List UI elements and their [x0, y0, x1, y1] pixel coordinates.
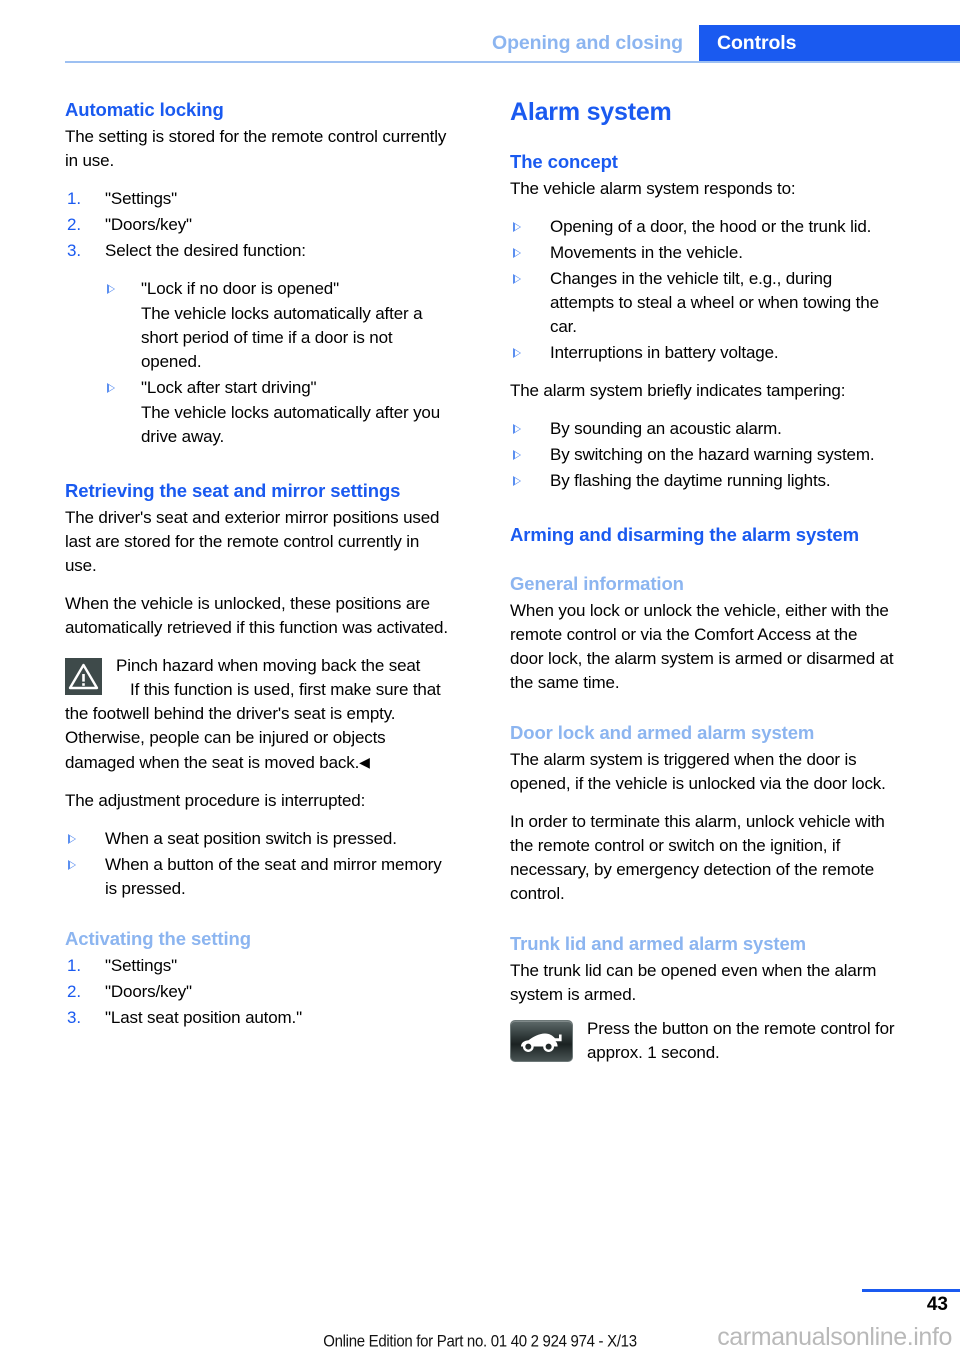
retrieving-paragraph-2: When the vehicle is unlocked, these posi… — [65, 594, 448, 638]
triangle-bullet-icon — [68, 834, 76, 845]
list-item: "Last seat position autom." — [67, 1006, 303, 1030]
list-item-text: Interruptions in battery voltage. — [550, 342, 779, 362]
option-label: "Lock if no door is opened" — [141, 279, 339, 299]
triangle-bullet-icon — [513, 221, 521, 232]
list-item-text: Movements in the vehicle. — [550, 242, 743, 262]
alarm-responds-list: Opening of a door, the hood or the trunk… — [510, 215, 895, 365]
left-column: Automatic locking The setting is stored … — [65, 98, 450, 1065]
list-item: When a button of the seat and mirror mem… — [65, 853, 450, 901]
list-item: Changes in the vehicle tilt, e.g., durin… — [510, 267, 895, 339]
automatic-locking-options: "Lock if no door is opened" The vehicle … — [105, 277, 450, 449]
triangle-bullet-icon — [107, 383, 115, 394]
list-item: "Doors/key" — [67, 213, 192, 237]
option-label: "Lock after start driving" — [141, 378, 317, 398]
watermark-text: carmanualsonline.info — [717, 1323, 952, 1351]
list-item: Select the desired function: — [67, 239, 306, 263]
right-column: Alarm system The concept The vehicle ala… — [510, 98, 895, 1065]
door-lock-paragraph-2: In order to terminate this alarm, unlock… — [510, 812, 885, 903]
activating-steps: "Settings" "Doors/key" "Last seat positi… — [65, 954, 450, 1030]
list-item-text: Opening of a door, the hood or the trunk… — [550, 216, 872, 236]
car-trunk-open-icon — [510, 1020, 573, 1063]
page-header: Opening and closing Controls — [0, 0, 960, 63]
triangle-bullet-icon — [513, 449, 521, 460]
list-item: By flashing the daytime running lights. — [510, 469, 895, 493]
concept-intro: The vehicle alarm system responds to: — [510, 178, 796, 198]
warning-end-mark: ◀ — [359, 754, 370, 771]
triangle-bullet-icon — [513, 273, 521, 284]
header-section-label: Controls — [699, 25, 960, 61]
list-item-text: By switching on the hazard warning syste… — [550, 444, 875, 464]
remote-instruction-text: Press the button on the remote control f… — [587, 1019, 895, 1063]
option-description: The vehicle locks automatically after a … — [141, 304, 423, 372]
list-item-text: Changes in the vehicle tilt, e.g., durin… — [550, 268, 879, 336]
interrupt-intro: The adjustment procedure is interrupted: — [65, 791, 366, 811]
option-description: The vehicle locks automatically after yo… — [141, 403, 441, 447]
page-number-rule — [862, 1289, 960, 1292]
heading-the-concept: The concept — [510, 150, 618, 172]
triangle-bullet-icon — [513, 423, 521, 434]
list-item: "Doors/key" — [67, 980, 192, 1004]
trunk-lid-paragraph-1: The trunk lid can be opened even when th… — [510, 961, 877, 1005]
triangle-bullet-icon — [513, 347, 521, 358]
heading-automatic-locking: Automatic locking — [65, 99, 224, 120]
list-item: Opening of a door, the hood or the trunk… — [510, 215, 895, 239]
triangle-bullet-icon — [107, 284, 115, 295]
triangle-bullet-icon — [513, 247, 521, 258]
header-breadcrumb: Opening and closing Controls — [480, 25, 960, 61]
page-number: 43 — [926, 1294, 948, 1315]
header-divider-rule — [65, 61, 960, 63]
list-item-text: By flashing the daytime running lights. — [550, 470, 831, 490]
list-item: By switching on the hazard warning syste… — [510, 443, 895, 467]
heading-alarm-system: Alarm system — [510, 98, 672, 126]
header-chapter-label: Opening and closing — [480, 25, 699, 61]
page-footer: 43 Online Edition for Part no. 01 40 2 9… — [0, 1272, 960, 1362]
list-item: "Lock if no door is opened" The vehicle … — [105, 277, 450, 374]
trunk-remote-instruction: Press the button on the remote control f… — [510, 1017, 895, 1065]
list-item-text: When a button of the seat and mirror mem… — [105, 855, 442, 899]
heading-arming-disarming: Arming and disarming the alarm system — [510, 523, 859, 545]
heading-general-information: General information — [510, 572, 684, 594]
list-item: Interruptions in battery voltage. — [510, 341, 895, 365]
general-information-text: When you lock or unlock the vehicle, eit… — [510, 600, 894, 692]
door-lock-paragraph-1: The alarm system is triggered when the d… — [510, 750, 886, 793]
automatic-locking-intro: The setting is stored for the remote con… — [65, 127, 447, 171]
list-item: By sounding an acoustic alarm. — [510, 417, 895, 441]
automatic-locking-steps: "Settings" "Doors/key" Select the desire… — [65, 187, 450, 263]
retrieving-paragraph-1: The driver's seat and exterior mirror po… — [65, 508, 440, 576]
warning-body: If this function is used, first make sur… — [65, 680, 441, 773]
heading-trunk-lid-armed: Trunk lid and armed alarm system — [510, 933, 806, 954]
heading-activating-the-setting: Activating the setting — [65, 928, 251, 950]
interrupt-items: When a seat position switch is pressed. … — [65, 827, 450, 901]
pinch-hazard-warning: Pinch hazard when moving back the seat I… — [65, 654, 450, 775]
warning-triangle-icon — [65, 658, 102, 696]
list-item: "Lock after start driving" The vehicle l… — [105, 376, 450, 449]
triangle-bullet-icon — [513, 475, 521, 486]
list-item-text: By sounding an acoustic alarm. — [550, 418, 782, 438]
triangle-bullet-icon — [68, 860, 76, 871]
list-item-text: When a seat position switch is pressed. — [105, 829, 397, 849]
heading-door-lock-armed: Door lock and armed alarm system — [510, 721, 815, 743]
page-content: Automatic locking The setting is stored … — [65, 98, 895, 1065]
heading-retrieving-seat-mirror: Retrieving the seat and mirror settings — [65, 480, 401, 502]
alarm-tampering-list: By sounding an acoustic alarm. By switch… — [510, 417, 895, 493]
list-item: "Settings" — [67, 187, 177, 211]
list-item: When a seat position switch is pressed. — [65, 827, 450, 851]
tampering-intro: The alarm system briefly indicates tampe… — [510, 380, 846, 400]
warning-heading: Pinch hazard when moving back the seat — [116, 656, 421, 676]
list-item: "Settings" — [67, 954, 177, 978]
list-item: Movements in the vehicle. — [510, 241, 895, 265]
